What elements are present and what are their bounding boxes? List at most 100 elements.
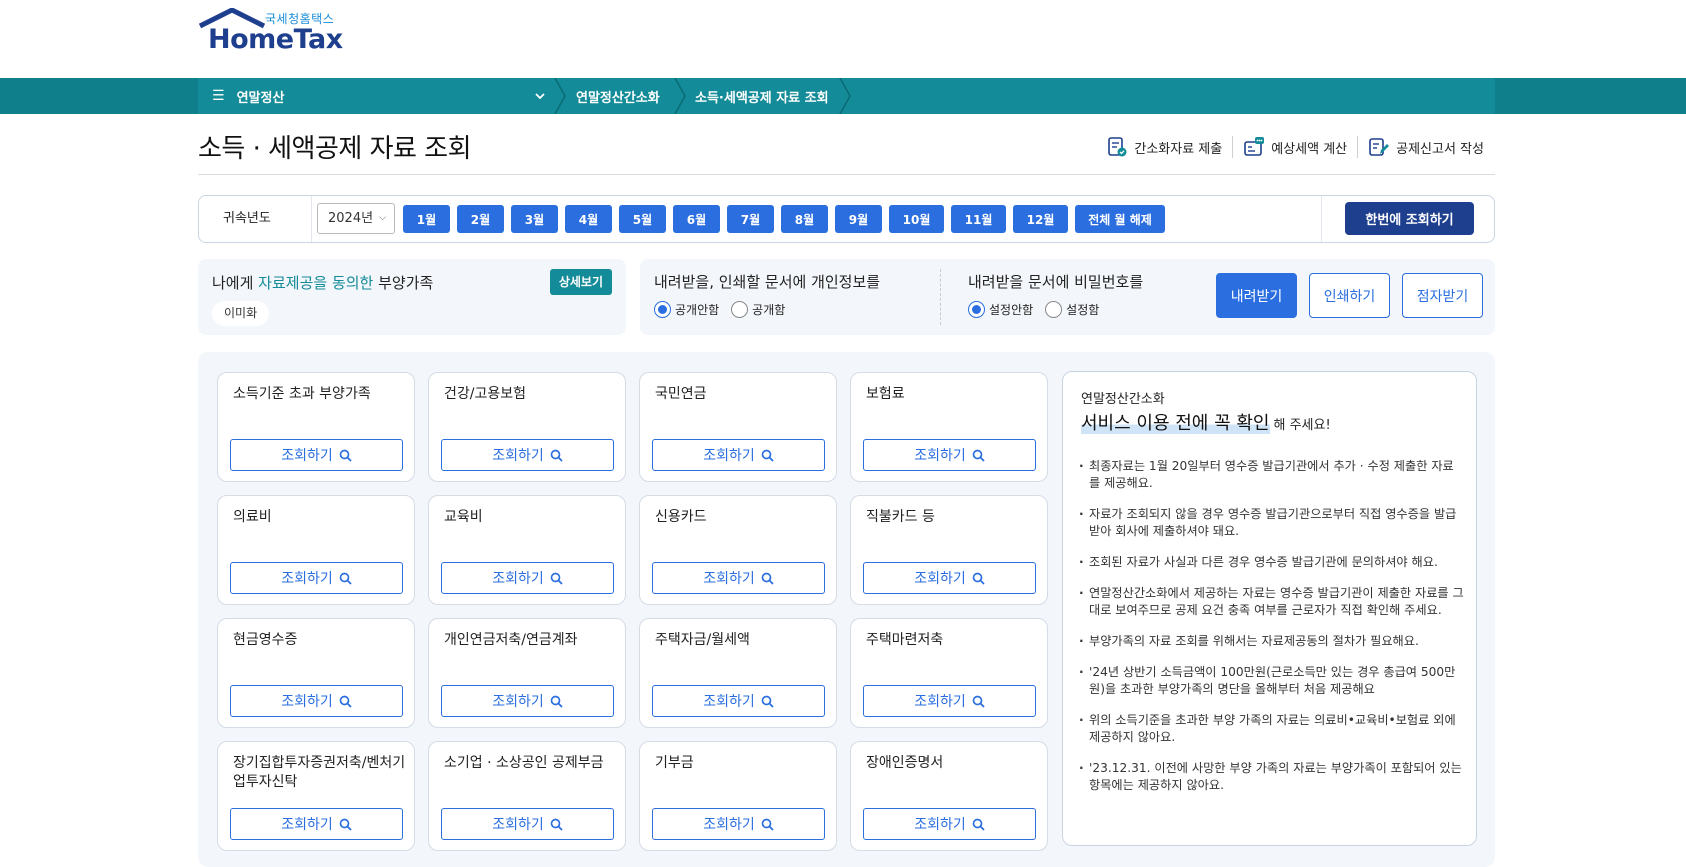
view-button[interactable]: 조회하기: [652, 808, 825, 840]
month-button-5[interactable]: 5월: [619, 205, 666, 233]
write-deduction-form-link[interactable]: 공제신고서 작성: [1357, 136, 1494, 158]
month-button-8[interactable]: 8월: [781, 205, 828, 233]
chevron-down-icon: ⌵: [379, 213, 386, 223]
deduction-card-title: 주택마련저축: [866, 632, 944, 648]
month-button-1[interactable]: 1월: [403, 205, 450, 233]
deduction-card: 소득기준 초과 부양가족조회하기: [217, 372, 415, 482]
view-button-label: 조회하기: [492, 448, 544, 464]
download-button[interactable]: 내려받기: [1216, 273, 1297, 318]
view-button[interactable]: 조회하기: [441, 439, 614, 471]
month-button-3[interactable]: 3월: [511, 205, 558, 233]
breadcrumb-item-simplified[interactable]: 연말정산간소화: [576, 78, 660, 114]
view-button[interactable]: 조회하기: [230, 562, 403, 594]
view-button[interactable]: 조회하기: [652, 562, 825, 594]
dependents-title-text: 부양가족: [373, 274, 434, 292]
month-button-2[interactable]: 2월: [457, 205, 504, 233]
print-button[interactable]: 인쇄하기: [1309, 273, 1390, 318]
breadcrumb-item-current[interactable]: 소득·세액공제 자료 조회: [695, 78, 829, 114]
search-icon: [339, 695, 352, 708]
quick-link-label: 예상세액 계산: [1271, 141, 1348, 157]
search-icon: [761, 695, 774, 708]
deduction-card-title: 소득기준 초과 부양가족: [233, 386, 371, 402]
search-icon: [761, 449, 774, 462]
notice-heading-emphasis: 서비스 이용 전에 꼭 확인: [1081, 413, 1270, 434]
month-button-11[interactable]: 11월: [951, 205, 1006, 233]
deduction-items-panel: 소득기준 초과 부양가족 조회하기 건강/고용보험 조회하기 국민연금 조회하기 보험료 조회…: [198, 352, 1495, 867]
deduction-card-title: 직불카드 등: [866, 509, 935, 525]
logo-english-text: HomeTax: [208, 24, 343, 55]
deduction-card-title: 주택자금/월세액: [655, 632, 750, 648]
view-button[interactable]: 조회하기: [230, 439, 403, 471]
view-button[interactable]: 조회하기: [230, 685, 403, 717]
deduction-card: 주택마련저축조회하기: [850, 618, 1048, 728]
search-icon: [972, 818, 985, 831]
month-button-4[interactable]: 4월: [565, 205, 612, 233]
filter-year-label: 귀속년도: [223, 211, 271, 226]
month-button-10[interactable]: 10월: [889, 205, 944, 233]
deduction-card: 기부금 조회하기: [639, 741, 837, 851]
braille-download-button[interactable]: 점자받기: [1402, 273, 1483, 318]
view-button-label: 조회하기: [281, 448, 333, 464]
dependents-panel: 나에게 자료제공을 동의한 부양가족 상세보기 이미화: [198, 259, 626, 335]
view-button[interactable]: 조회하기: [230, 808, 403, 840]
view-button[interactable]: 조회하기: [441, 685, 614, 717]
radio-label: 설정안함: [989, 303, 1034, 317]
breadcrumb-label: 소득·세액공제 자료 조회: [695, 90, 829, 106]
notice-subtitle: 연말정산간소화: [1081, 392, 1165, 407]
month-buttons: 1월 2월 3월 4월 5월 6월 7월 8월 9월 10월 11월 12월 전…: [403, 205, 1165, 233]
view-button[interactable]: 조회하기: [652, 685, 825, 717]
dependent-chip[interactable]: 이미화: [212, 301, 270, 326]
view-button-label: 조회하기: [914, 571, 966, 587]
dependents-title: 나에게 자료제공을 동의한 부양가족: [212, 272, 433, 293]
search-icon: [339, 449, 352, 462]
notice-box: 연말정산간소화 서비스 이용 전에 꼭 확인해 주세요! 최종자료는 1월 20…: [1062, 371, 1477, 846]
view-button[interactable]: 조회하기: [863, 439, 1036, 471]
search-icon: [550, 818, 563, 831]
clear-all-months-button[interactable]: 전체 월 해제: [1075, 205, 1165, 233]
password-option-group: 내려받을 문서에 비밀번호를 설정안함 설정함: [968, 271, 1143, 318]
privacy-hide-radio[interactable]: 공개안함: [654, 301, 719, 318]
deduction-card-title: 교육비: [444, 509, 483, 525]
view-details-button[interactable]: 상세보기: [549, 269, 612, 295]
search-icon: [972, 572, 985, 585]
month-button-9[interactable]: 9월: [835, 205, 882, 233]
privacy-show-radio[interactable]: 공개함: [731, 301, 785, 318]
search-icon: [761, 818, 774, 831]
deduction-card-title: 장애인증명서: [866, 755, 944, 771]
view-button[interactable]: 조회하기: [441, 562, 614, 594]
year-select[interactable]: 2024년 ⌵: [317, 203, 395, 234]
deduction-card-title: 장기집합투자증권저축/벤처기업투자신탁: [233, 755, 406, 790]
view-button[interactable]: 조회하기: [863, 685, 1036, 717]
calculator-chat-icon: [1244, 137, 1265, 156]
deduction-card-title: 현금영수증: [233, 632, 298, 648]
dependents-title-text: 나에게: [212, 274, 259, 292]
view-button[interactable]: 조회하기: [863, 808, 1036, 840]
view-button[interactable]: 조회하기: [652, 439, 825, 471]
view-button[interactable]: 조회하기: [441, 808, 614, 840]
year-month-filter: 귀속년도 2024년 ⌵ 1월 2월 3월 4월 5월 6월 7월 8월 9월 …: [198, 195, 1495, 243]
month-button-7[interactable]: 7월: [727, 205, 774, 233]
password-none-radio[interactable]: 설정안함: [968, 301, 1033, 318]
deduction-card-title: 건강/고용보험: [444, 386, 526, 402]
search-icon: [550, 449, 563, 462]
nav-menu-button[interactable]: ☰ 연말정산: [212, 78, 284, 114]
estimate-tax-link[interactable]: 예상세액 계산: [1232, 136, 1357, 158]
chevron-down-icon[interactable]: [534, 88, 546, 104]
submit-simplified-link[interactable]: 간소화자료 제출: [1096, 136, 1232, 158]
breadcrumb-separator-icon: [674, 78, 686, 114]
month-button-6[interactable]: 6월: [673, 205, 720, 233]
deduction-card: 개인연금저축/연금계좌 조회하기: [428, 618, 626, 728]
deduction-card: 장애인증명서조회하기: [850, 741, 1048, 851]
deduction-card: 건강/고용보험조회하기: [428, 372, 626, 482]
view-button[interactable]: 조회하기: [863, 562, 1036, 594]
search-all-button[interactable]: 한번에 조회하기: [1345, 202, 1474, 235]
divider: [1321, 196, 1322, 242]
hometax-logo[interactable]: 국세청홈택스 HomeTax: [198, 8, 343, 55]
deduction-card: 현금영수증조회하기: [217, 618, 415, 728]
quick-links: 간소화자료 제출 예상세액 계산 공제신고서 작성: [1096, 136, 1494, 158]
password-set-radio[interactable]: 설정함: [1045, 301, 1099, 318]
view-button-label: 조회하기: [914, 448, 966, 464]
deduction-card: 소기업 · 소상공인 공제부금 조회하기: [428, 741, 626, 851]
month-button-12[interactable]: 12월: [1013, 205, 1068, 233]
notice-item: '24년 상반기 소득금액이 100만원(근로소득만 있는 경우 총급여 500…: [1079, 664, 1464, 698]
